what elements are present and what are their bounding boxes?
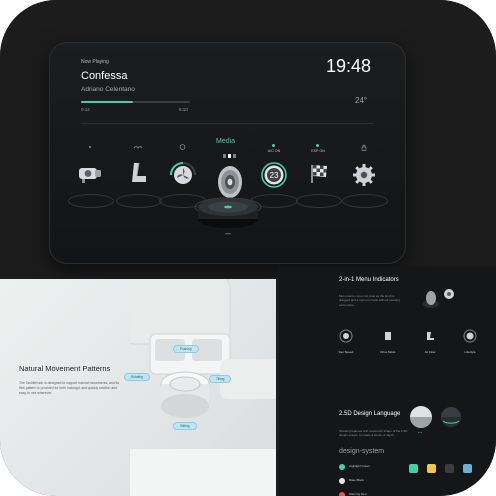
indicator-lifestyle: Lifestyle	[449, 329, 491, 354]
design-system-label: design-system	[339, 448, 385, 455]
svg-text:23: 23	[270, 171, 279, 180]
swatch-blue	[463, 464, 472, 473]
lifestyle-icon	[463, 329, 477, 343]
playback-progress-bar[interactable]	[81, 101, 190, 103]
design-language-description: Showing features with volumetric shape o…	[339, 429, 408, 438]
movement-description: The TactileKnob is designed to support n…	[19, 381, 120, 395]
warning-dot	[339, 492, 345, 496]
design-notes-section: 2-in-1 Menu Indicators Menu items come i…	[279, 266, 496, 496]
indicator-drive-mode: Drive Mode	[367, 329, 409, 354]
menu-item-settings[interactable]	[342, 143, 388, 209]
fan-speed-icon	[339, 329, 353, 343]
lock-icon	[361, 144, 367, 151]
menu-indicators-description: Menu items come into view as the knob is…	[339, 294, 400, 307]
checkered-flag-icon	[311, 165, 327, 183]
camera-icon	[79, 168, 101, 183]
indicator-fan-speed: Fan Speed	[325, 329, 367, 354]
indicator-air-flow: Air Flow	[409, 329, 451, 354]
swatch-yellow	[427, 464, 436, 473]
swatch-green	[409, 464, 418, 473]
pill-pushing: Pushing	[173, 345, 199, 353]
esp-status-label: ESP ON	[311, 149, 325, 153]
clock: 19:48	[326, 56, 372, 76]
outside-temperature: 24°	[355, 96, 368, 105]
active-dot	[316, 144, 319, 147]
material-spheres	[410, 406, 461, 428]
knob-device-render	[130, 279, 276, 496]
indicator-dot	[89, 146, 91, 148]
base-dot	[339, 478, 345, 484]
knob-ring	[296, 194, 342, 208]
fan-icon	[170, 162, 196, 184]
active-dot	[272, 144, 275, 147]
indicator-knob-render	[423, 289, 454, 308]
knob-ring	[68, 194, 114, 208]
menu-item-camera[interactable]	[68, 143, 114, 209]
menu-item-esp[interactable]: ESP ON	[296, 143, 342, 209]
artist-name: Adriano Celentano	[81, 86, 135, 93]
fan-mode-icon	[179, 144, 186, 150]
track-duration: 5:10	[179, 107, 188, 112]
showcase-frame: Now Playing Confessa Adriano Celentano 0…	[0, 0, 496, 496]
divider	[81, 123, 374, 124]
knob-ring	[342, 194, 388, 208]
seat-heat-icon	[133, 146, 143, 149]
temperature-dial-icon: 23	[261, 162, 287, 188]
design-language-title: 2.5D Design Language	[339, 411, 401, 417]
air-flow-icon	[427, 332, 434, 340]
playback-progress-fill	[81, 101, 134, 103]
menu-indicators-title: 2-in-1 Menu Indicators	[339, 277, 399, 283]
sphere-caption: ● ●	[418, 431, 422, 434]
ac-status-label: A/C ON	[267, 149, 281, 153]
highlight-dot	[339, 464, 345, 470]
song-title[interactable]: Confessa	[81, 70, 127, 82]
menu-item-seat[interactable]	[116, 143, 162, 209]
gear-icon	[353, 164, 375, 186]
movement-section: Natural Movement Patterns The TactileKno…	[0, 279, 276, 496]
media-page-indicator	[223, 154, 237, 158]
movement-title: Natural Movement Patterns	[19, 364, 111, 373]
pill-rotating: Rotating	[124, 373, 150, 381]
hero-section: Now Playing Confessa Adriano Celentano 0…	[0, 0, 496, 278]
pill-sliding: Sliding	[173, 422, 197, 430]
knob-ring	[116, 194, 162, 208]
tactile-knob[interactable]	[192, 193, 264, 245]
elapsed-time: 0:12	[81, 107, 90, 112]
seat-icon	[132, 162, 146, 182]
infotainment-screen: Now Playing Confessa Adriano Celentano 0…	[49, 42, 406, 264]
swatch-dark	[445, 464, 454, 473]
now-playing-label: Now Playing	[81, 59, 109, 65]
pill-tilting: Tilting	[209, 375, 232, 383]
drive-mode-icon	[385, 332, 391, 340]
